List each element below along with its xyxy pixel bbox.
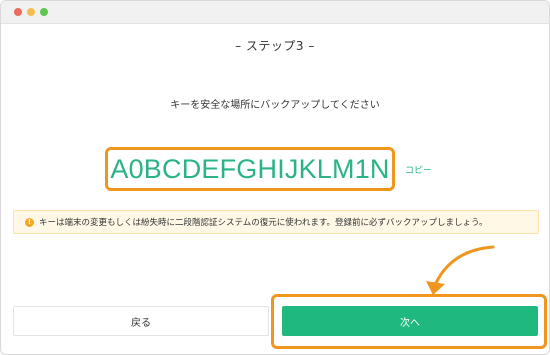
next-button[interactable]: 次へ — [282, 306, 538, 336]
title-bar — [1, 1, 549, 24]
pointer-arrow-icon — [426, 245, 495, 295]
minimize-window-button[interactable] — [27, 8, 35, 16]
instruction-text: キーを安全な場所にバックアップしてください — [170, 100, 380, 111]
maximize-window-button[interactable] — [40, 8, 48, 16]
backup-key-value: A0BCDEFGHIJKLM1N — [110, 153, 390, 184]
warning-icon: ! — [25, 217, 34, 227]
step-title: – ステップ3 – — [235, 39, 315, 53]
notice-banner: ! キーは端末の変更もしくは紛失時に二段階認証システムの復元に使われます。登録前… — [13, 210, 539, 234]
app-window: – ステップ3 – キーを安全な場所にバックアップしてください A0BCDEFG… — [0, 0, 550, 355]
notice-text: キーは端末の変更もしくは紛失時に二段階認証システムの復元に使われます。登録前に必… — [39, 218, 488, 228]
backup-key-box: A0BCDEFGHIJKLM1N — [105, 147, 395, 191]
close-window-button[interactable] — [14, 8, 22, 16]
copy-key-link[interactable]: コピー — [405, 163, 432, 176]
back-button[interactable]: 戻る — [13, 306, 269, 336]
